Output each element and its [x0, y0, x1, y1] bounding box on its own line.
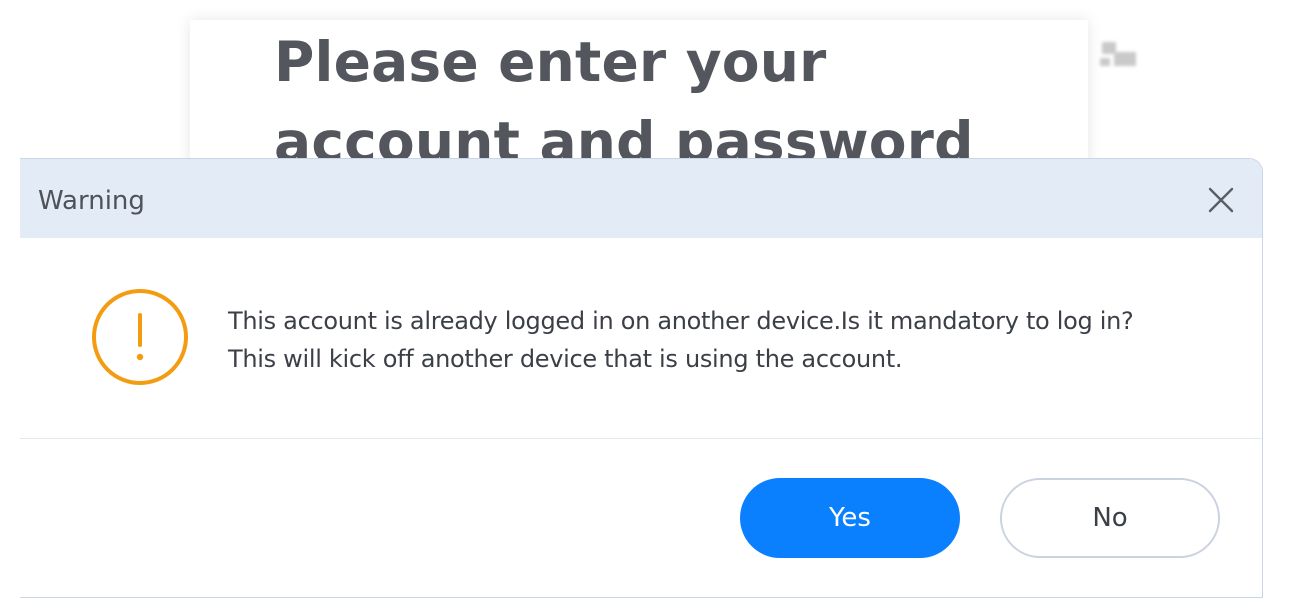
dialog-title: Warning — [38, 186, 145, 216]
dialog-header: Warning — [20, 159, 1262, 238]
no-button[interactable]: No — [1000, 478, 1220, 558]
dialog-message: This account is already logged in on ano… — [228, 307, 1134, 373]
close-icon — [1208, 187, 1234, 213]
exclamation-circle-icon — [90, 287, 190, 387]
warning-dialog: Warning This account is already logged i… — [20, 158, 1263, 598]
yes-button[interactable]: Yes — [740, 478, 960, 558]
dialog-divider — [20, 438, 1262, 439]
close-button[interactable] — [1206, 185, 1236, 215]
blurred-logo-icon — [1098, 38, 1138, 70]
